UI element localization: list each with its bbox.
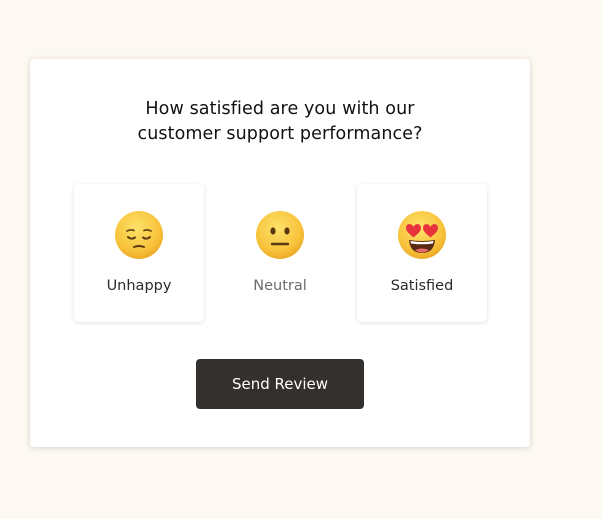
option-label-satisfied: Satisfied — [390, 278, 454, 294]
option-unhappy[interactable]: Unhappy — [74, 184, 204, 322]
heart-eyes-face-icon — [398, 211, 446, 259]
review-card: How satisfied are you with our customer … — [30, 59, 530, 447]
pensive-face-icon — [115, 211, 163, 259]
option-neutral[interactable]: Neutral — [215, 184, 345, 322]
question-line-1: How satisfied are you with our — [145, 99, 415, 119]
neutral-face-icon — [256, 211, 304, 259]
option-satisfied[interactable]: Satisfied — [357, 184, 487, 322]
option-label-unhappy: Unhappy — [106, 278, 172, 294]
question-line-2: customer support performance? — [137, 124, 423, 144]
survey-question: How satisfied are you with our customer … — [30, 97, 530, 147]
send-review-button[interactable]: Send Review — [196, 359, 364, 409]
option-label-neutral: Neutral — [253, 278, 307, 294]
